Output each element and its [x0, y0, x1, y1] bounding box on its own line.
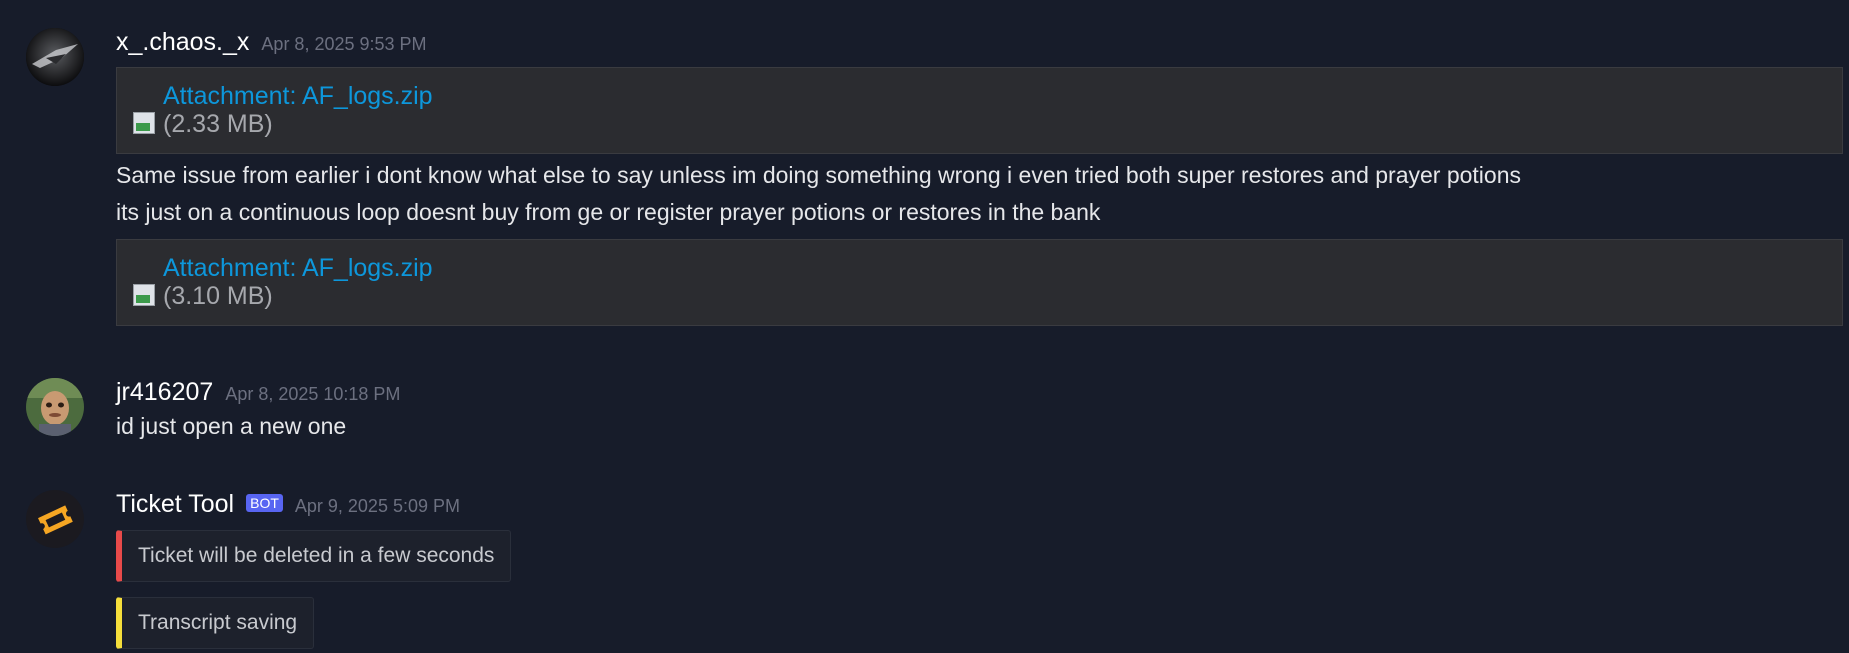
message-text: id just open a new one — [116, 413, 347, 439]
message-text: its just on a continuous loop doesnt buy… — [116, 199, 1101, 225]
embed-text: Ticket will be deleted in a few seconds — [138, 544, 495, 567]
attachment-link[interactable]: Attachment: AF_logs.zip — [163, 254, 433, 283]
attachment-link[interactable]: Attachment: AF_logs.zip — [163, 82, 433, 111]
username[interactable]: jr416207 — [116, 378, 213, 407]
embed: Transcript saving — [116, 597, 315, 649]
avatar[interactable] — [26, 490, 84, 548]
avatar[interactable] — [26, 28, 84, 86]
file-icon — [133, 112, 155, 134]
message-header: Ticket Tool BOT Apr 9, 2025 5:09 PM — [116, 490, 1843, 526]
timestamp: Apr 9, 2025 5:09 PM — [294, 496, 460, 516]
username[interactable]: x_.chaos._x — [116, 28, 249, 57]
embed-text: Transcript saving — [138, 611, 298, 634]
bot-badge: BOT — [246, 494, 283, 512]
timestamp: Apr 8, 2025 9:53 PM — [261, 34, 427, 54]
message-text: Same issue from earlier i dont know what… — [116, 162, 1521, 188]
message-header: x_.chaos._x Apr 8, 2025 9:53 PM — [116, 28, 1843, 64]
attachment: Attachment: AF_logs.zip (3.10 MB) — [116, 239, 1843, 326]
embed: Ticket will be deleted in a few seconds — [116, 530, 512, 582]
username[interactable]: Ticket Tool — [116, 490, 234, 519]
timestamp: Apr 8, 2025 10:18 PM — [225, 384, 401, 404]
attachment-size: (3.10 MB) — [163, 282, 273, 310]
file-icon — [133, 284, 155, 306]
attachment-size: (2.33 MB) — [163, 110, 273, 138]
attachment: Attachment: AF_logs.zip (2.33 MB) — [116, 67, 1843, 154]
avatar[interactable] — [26, 378, 84, 436]
